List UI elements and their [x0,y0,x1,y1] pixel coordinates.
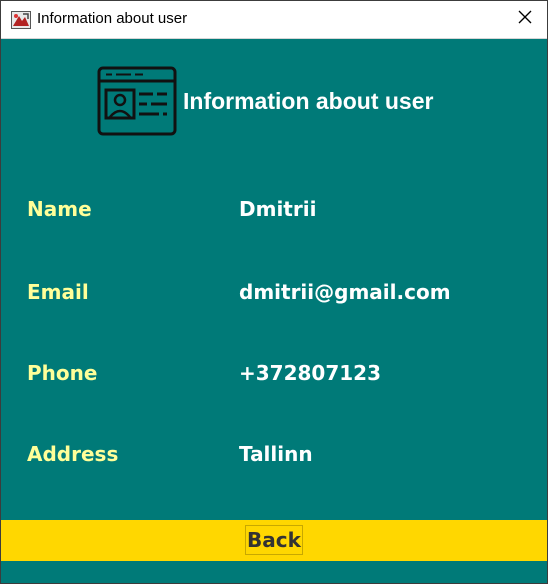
address-label: Address [27,442,119,466]
name-label: Name [27,197,92,221]
close-button[interactable] [503,1,547,38]
id-card-icon [97,66,177,136]
name-value: Dmitrii [239,197,317,221]
email-value: dmitrii@gmail.com [239,280,451,304]
back-button[interactable]: Back [245,525,303,555]
address-value: Tallinn [239,442,313,466]
email-label: Email [27,280,89,304]
close-icon[interactable] [518,10,532,29]
java-app-icon [11,11,31,29]
content-panel: Information about user Name Dmitrii Emai… [1,39,547,583]
title-bar[interactable]: Information about user [1,1,547,39]
window-title: Information about user [37,10,188,27]
footer-bar: Back [1,520,547,561]
page-title: Information about user [183,88,434,114]
phone-label: Phone [27,361,98,385]
user-info-window: Information about user Information about… [0,0,548,584]
phone-value: +372807123 [239,361,382,385]
